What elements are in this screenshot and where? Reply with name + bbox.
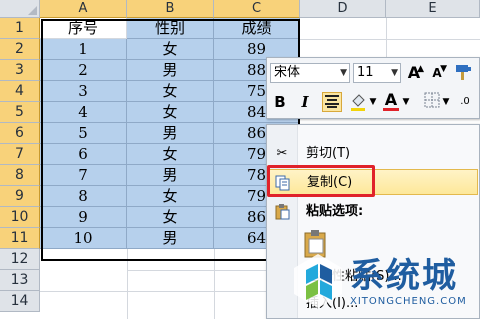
row-header-7[interactable]: 7 [0, 144, 40, 165]
row-header-1[interactable]: 1 [0, 18, 40, 39]
font-size-value: 11 [357, 65, 374, 80]
bold-button[interactable]: B [270, 92, 290, 112]
row-header-8[interactable]: 8 [0, 165, 40, 186]
row-header-9[interactable]: 9 [0, 186, 40, 207]
decimal-icon[interactable]: .0 [455, 92, 475, 112]
row-header-13[interactable]: 13 [0, 270, 40, 291]
mini-toolbar: 宋体 ▼ 11 ▼ A ▲ A ▼ B I ▼ A ▼ ▼ .0 [266, 57, 480, 119]
row-header-2[interactable]: 2 [0, 39, 40, 60]
row-header-11[interactable]: 11 [0, 228, 40, 249]
row-header-5[interactable]: 5 [0, 102, 40, 123]
watermark-logo-icon [294, 254, 342, 308]
center-align-button[interactable] [322, 92, 342, 112]
row-header-3[interactable]: 3 [0, 60, 40, 81]
watermark: 系统城 XITONGCHENG.COM [288, 246, 478, 316]
align-center-icon [325, 95, 339, 108]
shrink-font-button[interactable]: A ▼ [427, 63, 447, 83]
column-header-c[interactable]: C [214, 0, 300, 18]
row-header-4[interactable]: 4 [0, 81, 40, 102]
column-header-e[interactable]: E [386, 0, 480, 18]
selection-border [41, 19, 300, 261]
gridline [300, 39, 480, 40]
column-header-a[interactable]: A [40, 0, 127, 18]
chevron-down-icon[interactable]: ▼ [391, 64, 398, 82]
row-header-10[interactable]: 10 [0, 207, 40, 228]
row-header-6[interactable]: 6 [0, 123, 40, 144]
font-color-button[interactable]: A [381, 90, 401, 111]
chevron-down-icon[interactable]: ▼ [340, 64, 347, 82]
chevron-down-icon[interactable]: ▼ [368, 92, 378, 112]
menu-item-cut[interactable]: ✂ 剪切(T) [268, 141, 478, 167]
watermark-url: XITONGCHENG.COM [350, 296, 467, 307]
row-header-14[interactable]: 14 [0, 291, 40, 312]
menu-item-cut-label: 剪切(T) [306, 146, 351, 161]
row-header-12[interactable]: 12 [0, 249, 40, 270]
clipboard-icon [273, 203, 291, 221]
watermark-text: 系统城 [350, 256, 458, 296]
format-painter-icon[interactable] [453, 62, 473, 82]
chevron-down-icon[interactable]: ▼ [441, 92, 451, 112]
gridline [386, 18, 387, 58]
italic-button[interactable]: I [295, 92, 315, 112]
font-color-letter: A [384, 90, 398, 109]
gridline [40, 291, 266, 292]
font-color-bar [383, 108, 399, 111]
borders-icon[interactable] [422, 92, 442, 112]
column-header-b[interactable]: B [127, 0, 214, 18]
fill-color-icon[interactable] [349, 92, 369, 112]
chevron-down-icon[interactable]: ▼ [401, 92, 411, 112]
menu-item-paste-options: 粘贴选项: [268, 199, 478, 225]
font-name-value: 宋体 [274, 65, 301, 80]
gridline [127, 270, 267, 271]
menu-item-paste-options-label: 粘贴选项: [306, 204, 364, 219]
scissors-icon: ✂ [276, 146, 288, 161]
column-header-d[interactable]: D [300, 0, 386, 18]
highlight-annotation [267, 165, 375, 197]
font-size-box[interactable]: 11 ▼ [353, 63, 401, 83]
grow-font-button[interactable]: A ▲ [404, 63, 424, 83]
font-name-box[interactable]: 宋体 ▼ [270, 63, 350, 83]
select-all-corner[interactable] [0, 0, 40, 18]
